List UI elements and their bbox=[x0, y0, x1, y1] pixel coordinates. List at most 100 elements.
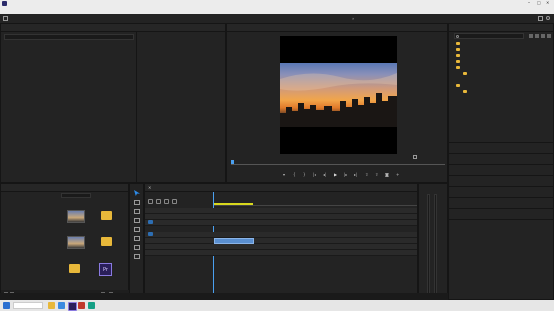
track-target-button[interactable] bbox=[148, 220, 153, 224]
timeline-panel: ✕ bbox=[144, 183, 418, 300]
linked-selection-icon[interactable] bbox=[156, 199, 161, 204]
city-skyline bbox=[280, 73, 397, 127]
folder-icon[interactable] bbox=[101, 237, 112, 246]
close-sequence-icon[interactable]: ✕ bbox=[148, 185, 151, 190]
search-icon[interactable] bbox=[546, 16, 550, 20]
section-markers[interactable] bbox=[449, 186, 553, 193]
program-playhead-icon[interactable] bbox=[231, 160, 234, 164]
effects-search-input[interactable] bbox=[454, 33, 524, 39]
timeline-header: ✕ bbox=[145, 184, 417, 192]
sunset-preview-image bbox=[280, 63, 397, 127]
section-libraries[interactable] bbox=[449, 175, 553, 182]
browser-icon[interactable] bbox=[58, 302, 65, 309]
file-explorer-icon[interactable] bbox=[48, 302, 55, 309]
watermark-logo bbox=[430, 258, 550, 294]
section-essential-sound[interactable] bbox=[449, 153, 553, 160]
snap-icon[interactable] bbox=[148, 199, 153, 204]
media-thumbnail[interactable] bbox=[67, 236, 85, 249]
status-bar bbox=[0, 293, 448, 300]
timeline-ruler[interactable] bbox=[213, 192, 417, 206]
program-scrubber[interactable] bbox=[231, 160, 445, 165]
workspace-bar: » bbox=[0, 14, 554, 23]
lift-icon[interactable]: ⇧ bbox=[365, 172, 368, 177]
effect-controls-header bbox=[1, 24, 225, 32]
export-frame-icon[interactable]: ◙ bbox=[385, 172, 389, 177]
program-video-frame bbox=[280, 36, 397, 154]
premiere-app-icon bbox=[2, 1, 7, 6]
home-icon[interactable] bbox=[3, 16, 8, 21]
workspace-overflow-icon[interactable]: » bbox=[352, 16, 354, 21]
track-select-tool-icon[interactable] bbox=[134, 200, 140, 205]
effects-sections bbox=[449, 142, 553, 242]
folder-icon bbox=[456, 48, 460, 51]
go-to-in-icon[interactable]: |◂ bbox=[313, 172, 316, 177]
effect-controls-panel bbox=[0, 23, 226, 183]
folder-icon[interactable] bbox=[101, 211, 112, 220]
track-v1[interactable] bbox=[145, 220, 417, 226]
maximize-button[interactable]: □ bbox=[537, 0, 541, 5]
folder-icon bbox=[456, 66, 460, 69]
project-search-input[interactable] bbox=[61, 193, 91, 198]
timeline-toolbar bbox=[148, 199, 208, 204]
section-lumetri-color[interactable] bbox=[449, 164, 553, 171]
premiere-taskbar-icon[interactable] bbox=[68, 302, 77, 311]
type-tool-icon[interactable] bbox=[134, 254, 140, 259]
step-forward-icon[interactable]: |▸ bbox=[344, 172, 347, 177]
add-marker-icon[interactable] bbox=[164, 199, 169, 204]
extract-icon[interactable]: ⇪ bbox=[375, 172, 378, 177]
folder-icon bbox=[456, 84, 460, 87]
razor-tool-icon[interactable] bbox=[134, 218, 140, 223]
title-bar: ─ □ ✕ bbox=[0, 0, 554, 7]
step-back-icon[interactable]: ◂| bbox=[323, 172, 326, 177]
app-icon[interactable] bbox=[78, 302, 85, 309]
accelerated-effects-icon[interactable] bbox=[529, 34, 533, 38]
premiere-project-icon[interactable]: Pr bbox=[99, 263, 112, 276]
folder-icon bbox=[463, 72, 467, 75]
timeline-clip[interactable] bbox=[214, 238, 254, 244]
taskbar-search-input[interactable] bbox=[13, 302, 43, 309]
section-essential-graphics[interactable] bbox=[449, 142, 553, 149]
folder-icon bbox=[463, 90, 467, 93]
mark-out-icon[interactable]: } bbox=[303, 172, 306, 177]
section-history[interactable] bbox=[449, 197, 553, 204]
wrench-icon[interactable] bbox=[413, 155, 417, 159]
add-marker-icon[interactable]: ▾ bbox=[283, 172, 285, 177]
app-icon[interactable] bbox=[88, 302, 95, 309]
work-area-bar[interactable] bbox=[213, 203, 253, 205]
button-editor-icon[interactable]: + bbox=[396, 172, 399, 177]
effects-tree bbox=[453, 41, 553, 141]
play-icon[interactable]: ▶ bbox=[334, 172, 337, 177]
quick-export-icon[interactable] bbox=[538, 16, 543, 21]
minimize-button[interactable]: ─ bbox=[528, 0, 530, 5]
track-target-button[interactable] bbox=[148, 232, 153, 236]
go-to-out-icon[interactable]: ▸| bbox=[354, 172, 357, 177]
pen-tool-icon[interactable] bbox=[134, 236, 140, 241]
effects-search-icon bbox=[456, 35, 459, 38]
folder-icon[interactable] bbox=[69, 264, 80, 273]
folder-icon bbox=[456, 42, 460, 45]
yuv-effects-icon[interactable] bbox=[541, 34, 545, 38]
effect-controls-search-input[interactable] bbox=[4, 34, 134, 40]
section-info[interactable] bbox=[449, 219, 553, 226]
project-panel-header bbox=[1, 184, 128, 192]
mark-in-icon[interactable]: { bbox=[293, 172, 296, 177]
32bit-effects-icon[interactable] bbox=[535, 34, 539, 38]
slip-tool-icon[interactable] bbox=[134, 227, 140, 232]
ripple-edit-tool-icon[interactable] bbox=[134, 209, 140, 214]
transport-controls: ▾ { } |◂ ◂| ▶ |▸ ▸| ⇧ ⇪ ◙ + bbox=[283, 172, 403, 178]
folder-icon bbox=[456, 60, 460, 63]
tools-panel bbox=[129, 183, 144, 300]
section-info[interactable] bbox=[449, 208, 553, 215]
track-headers bbox=[145, 208, 417, 298]
project-panel: Pr bbox=[0, 183, 130, 300]
wrench-icon[interactable] bbox=[172, 199, 177, 204]
track-master[interactable] bbox=[145, 250, 417, 256]
menu-bar bbox=[0, 7, 554, 14]
media-thumbnail[interactable] bbox=[67, 210, 85, 223]
program-monitor-header bbox=[227, 24, 447, 32]
hand-tool-icon[interactable] bbox=[134, 245, 140, 250]
start-icon[interactable] bbox=[3, 302, 10, 309]
new-bin-icon[interactable] bbox=[547, 34, 551, 38]
selection-tool-icon[interactable] bbox=[134, 190, 140, 196]
close-button[interactable]: ✕ bbox=[546, 0, 549, 5]
